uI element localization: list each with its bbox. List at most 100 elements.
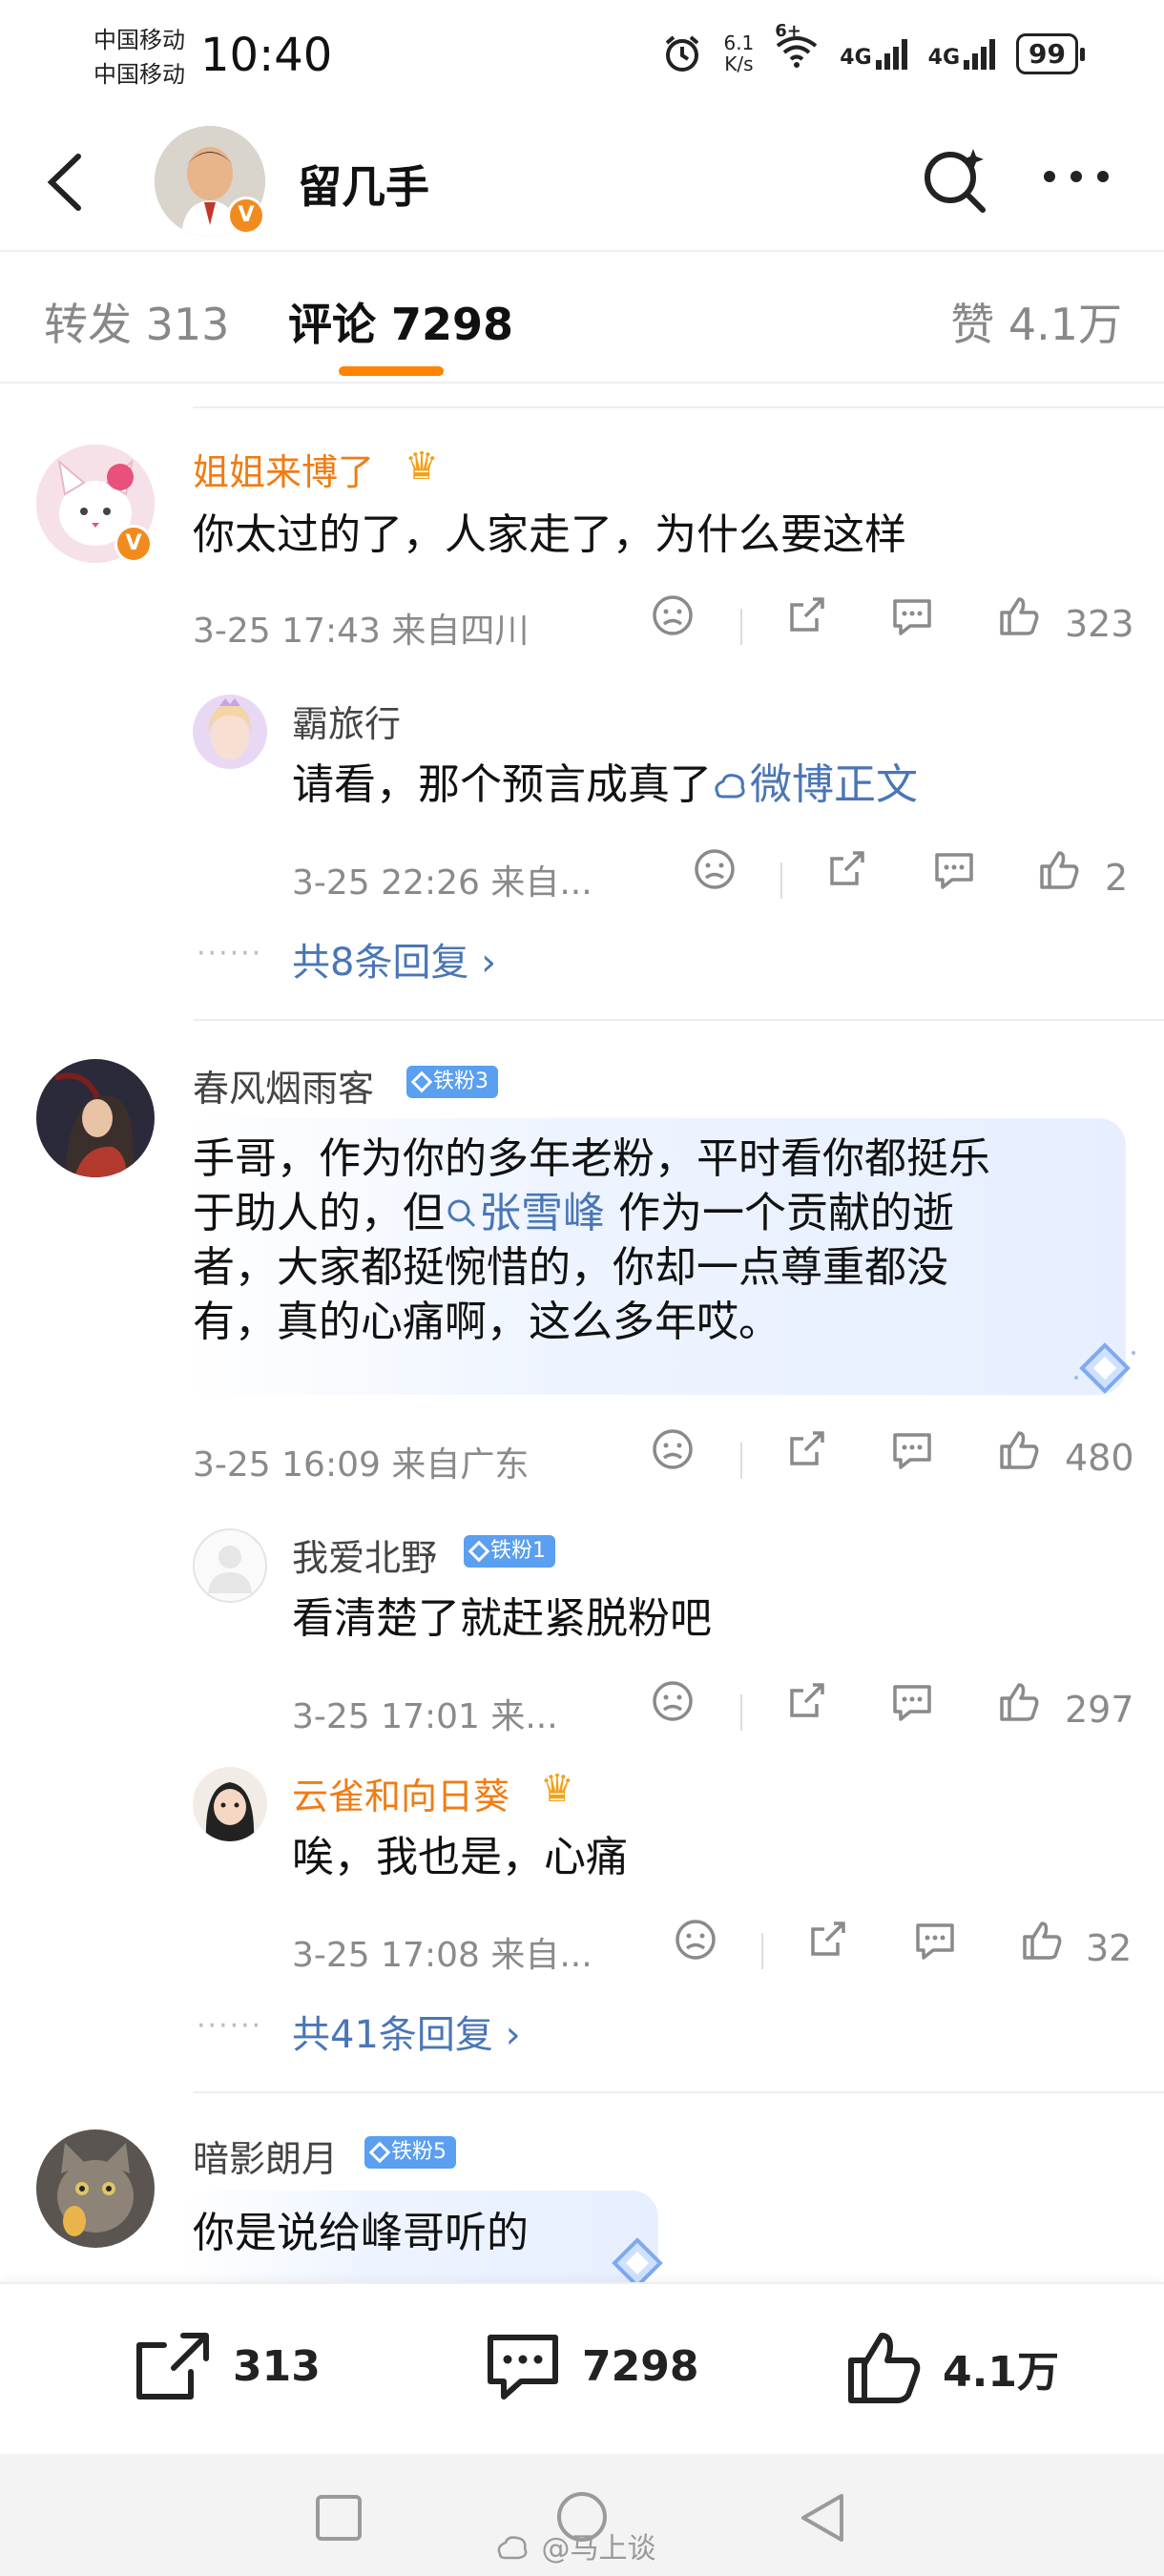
back-arrow-icon[interactable] — [38, 149, 95, 216]
tab-comments[interactable]: 评论 7298 — [288, 290, 513, 353]
fan-level-label: 铁粉3 — [433, 1070, 488, 1093]
author-name[interactable]: 留几手 — [298, 153, 429, 216]
like-count: 32 — [1086, 1927, 1133, 1969]
action-separator — [740, 1694, 742, 1731]
bottom-action-bar: 313 7298 4.1万 — [0, 2282, 1164, 2454]
avatar[interactable] — [193, 1767, 267, 1841]
clock: 10:40 — [200, 29, 333, 82]
like-count: 480 — [1065, 1437, 1134, 1479]
tab-likes[interactable]: 赞 4.1万 — [950, 290, 1122, 353]
like-thumb-icon[interactable] — [996, 1679, 1042, 1725]
dislike-face-icon[interactable] — [693, 847, 737, 891]
repost-icon — [136, 2333, 209, 2399]
dislike-face-icon[interactable] — [651, 593, 695, 637]
search-sparkle-icon[interactable] — [918, 143, 990, 216]
reply-icon[interactable] — [889, 1679, 935, 1723]
carrier-2: 中国移动 — [94, 61, 185, 88]
back-triangle-icon[interactable] — [796, 2490, 849, 2545]
dislike-face-icon[interactable] — [651, 1679, 695, 1723]
diamond-icon — [410, 1070, 433, 1093]
action-separator — [740, 609, 742, 645]
mention-link[interactable]: 张雪峰 — [445, 1189, 605, 1237]
watermark: @马上谈 — [496, 2524, 656, 2566]
comment-button[interactable]: 7298 — [483, 2328, 698, 2404]
share-icon[interactable] — [824, 847, 868, 891]
view-more-replies[interactable]: 共41条回复 › — [292, 2004, 521, 2059]
action-separator — [780, 862, 782, 899]
reply-actions: 297 — [649, 1679, 1135, 1736]
network-type-2: 4G — [927, 46, 961, 70]
comment-actions: 323 — [649, 593, 1135, 651]
reply-username[interactable]: 我爱北野 — [292, 1528, 437, 1581]
fan-level-badge: 铁粉3 — [406, 1066, 498, 1098]
comment-username[interactable]: 暗影朗月 — [193, 2129, 338, 2182]
avatar[interactable] — [193, 1528, 267, 1603]
share-icon[interactable] — [805, 1918, 849, 1962]
dislike-face-icon[interactable] — [674, 1918, 717, 1962]
reply-meta: 3-25 17:08 来自... — [292, 1936, 592, 1975]
comment-actions: 480 — [649, 1427, 1135, 1485]
more-options-icon[interactable] — [1040, 162, 1112, 191]
repost-count: 313 — [233, 2341, 321, 2391]
fan-level-badge: 铁粉5 — [364, 2136, 456, 2169]
search-mention-icon — [447, 1199, 476, 1228]
view-more-replies[interactable]: 共8条回复 › — [292, 931, 496, 987]
reply-text: 唉，我也是，心痛 — [292, 1833, 628, 1881]
verified-badge: V — [114, 525, 153, 563]
reply-icon[interactable] — [931, 847, 977, 891]
signal-1: 4G — [840, 37, 907, 70]
crown-icon: ♛ — [405, 445, 439, 488]
weibo-link-icon — [715, 774, 745, 799]
like-thumb-icon[interactable] — [1036, 847, 1082, 893]
diamond-decoration-icon — [612, 2237, 663, 2282]
comment-count: 7298 — [582, 2341, 699, 2391]
post-header: V 留几手 — [0, 114, 1164, 248]
watermark-text: @马上谈 — [541, 2532, 656, 2566]
repost-button[interactable]: 313 — [132, 2328, 321, 2404]
reply-icon[interactable] — [889, 1427, 935, 1471]
wifi-label: 6+ — [775, 21, 801, 41]
wifi-indicator: 6+ — [775, 21, 819, 73]
weibo-link[interactable]: 微博正文 — [712, 760, 918, 809]
speed-unit: K/s — [724, 52, 754, 75]
avatar[interactable] — [36, 1059, 155, 1177]
like-thumb-icon[interactable] — [996, 593, 1042, 639]
reply-actions: 32 — [674, 1918, 1135, 1975]
like-thumb-icon[interactable] — [996, 1427, 1042, 1473]
tab-repost[interactable]: 转发 313 — [44, 290, 229, 353]
share-icon[interactable] — [784, 593, 828, 637]
comment-meta: 3-25 16:09 来自广东 — [193, 1445, 530, 1485]
like-count: 297 — [1065, 1689, 1134, 1731]
like-button[interactable]: 4.1万 — [843, 2328, 1059, 2408]
recents-square-icon[interactable] — [313, 2492, 364, 2544]
avatar[interactable] — [193, 695, 267, 769]
cat-photo-avatar-image — [36, 2129, 155, 2248]
reply-username[interactable]: 霸旅行 — [292, 695, 401, 747]
share-icon[interactable] — [784, 1427, 828, 1471]
reply-username[interactable]: 云雀和向日葵 — [292, 1767, 509, 1819]
like-thumb-icon[interactable] — [1019, 1918, 1065, 1963]
carrier-1: 中国移动 — [94, 27, 185, 53]
reply-meta: 3-25 22:26 来自... — [292, 863, 592, 903]
comment-username[interactable]: 姐姐来博了 — [193, 443, 374, 495]
status-icons: 6.1 K/s 6+ 4G 4G 99 — [662, 21, 1085, 75]
reply-icon[interactable] — [912, 1918, 958, 1962]
network-type-1: 4G — [840, 46, 872, 70]
reply-meta: 3-25 17:01 来... — [292, 1697, 558, 1736]
share-icon[interactable] — [784, 1679, 828, 1723]
comment-text-line: 于助人的，但 张雪峰 作为一个贡献的逝 — [193, 1186, 1109, 1240]
thread-dots: ······ — [197, 937, 263, 970]
signal-bars-icon — [964, 37, 996, 70]
comment-text-line: 者，大家都挺惋惜的，你却一点尊重都没 — [193, 1243, 948, 1292]
thread-dots: ······ — [197, 2009, 263, 2043]
comment-text: 你太过的了，人家走了，为什么要这样 — [193, 510, 906, 559]
mention-text: 张雪峰 — [479, 1189, 605, 1237]
avatar[interactable] — [36, 2129, 155, 2248]
signal-bars-icon — [875, 37, 907, 70]
reply-text-prefix: 请看，那个预言成真了 — [292, 760, 712, 809]
comment-text-segment: 于助人的，但 — [193, 1189, 445, 1237]
reply-icon[interactable] — [889, 593, 935, 637]
comment-username[interactable]: 春风烟雨客 — [193, 1059, 374, 1111]
default-avatar-image — [208, 1546, 252, 1593]
dislike-face-icon[interactable] — [651, 1427, 695, 1471]
